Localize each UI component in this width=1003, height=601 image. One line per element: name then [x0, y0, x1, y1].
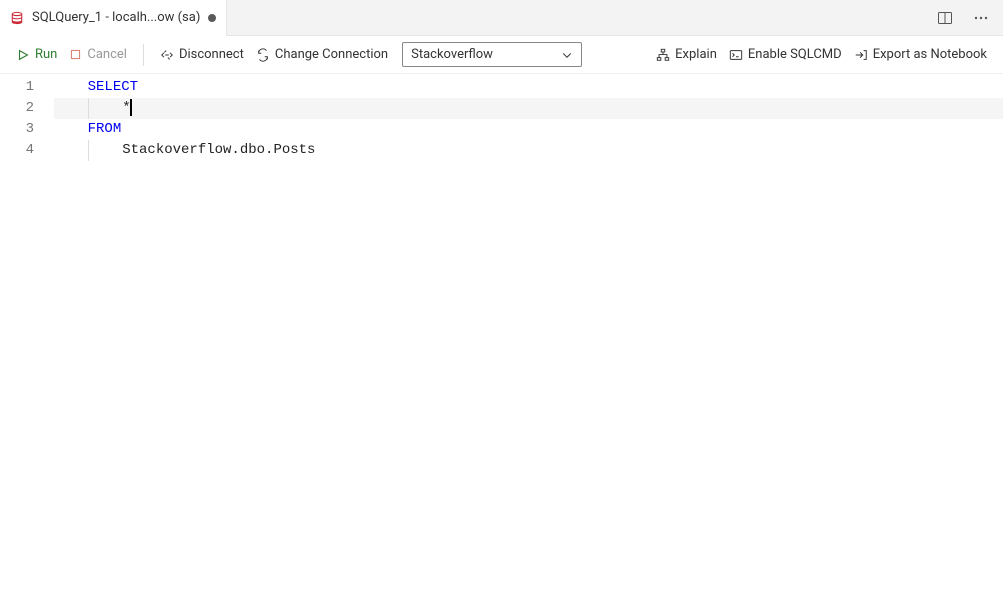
export-notebook-label: Export as Notebook: [873, 47, 987, 62]
enable-sqlcmd-label: Enable SQLCMD: [748, 47, 842, 62]
disconnect-label: Disconnect: [179, 47, 244, 62]
explain-label: Explain: [675, 47, 717, 62]
split-editor-button[interactable]: [933, 6, 957, 30]
code-line[interactable]: SELECT: [54, 77, 1003, 98]
editor-tab[interactable]: SQLQuery_1 - localh...ow (sa): [0, 0, 227, 36]
code-line[interactable]: *: [54, 98, 1003, 119]
line-number: 4: [0, 140, 34, 161]
export-icon: [854, 48, 868, 62]
database-dropdown[interactable]: Stackoverflow: [402, 42, 582, 67]
stop-icon: [69, 48, 82, 61]
code-line[interactable]: Stackoverflow.dbo.Posts: [54, 140, 1003, 161]
line-number: 3: [0, 119, 34, 140]
change-connection-icon: [256, 48, 270, 62]
line-gutter: 1234: [0, 74, 54, 601]
tab-bar: SQLQuery_1 - localh...ow (sa): [0, 0, 1003, 36]
explain-button[interactable]: Explain: [654, 45, 719, 64]
line-number: 2: [0, 98, 34, 119]
play-icon: [16, 48, 30, 62]
explain-icon: [656, 48, 670, 62]
text-cursor: [130, 99, 132, 116]
tab-title: SQLQuery_1 - localh...ow (sa): [32, 10, 200, 25]
code-area[interactable]: SELECT * FROM Stackoverflow.dbo.Posts: [54, 74, 1003, 601]
change-connection-button[interactable]: Change Connection: [254, 45, 390, 64]
run-button[interactable]: Run: [14, 45, 59, 64]
cancel-label: Cancel: [87, 47, 127, 62]
run-label: Run: [35, 47, 57, 62]
chevron-down-icon: [561, 49, 573, 61]
more-actions-button[interactable]: [969, 6, 993, 30]
tab-dirty-indicator: [208, 14, 216, 22]
cancel-button[interactable]: Cancel: [67, 45, 129, 64]
disconnect-button[interactable]: Disconnect: [158, 45, 246, 64]
export-notebook-button[interactable]: Export as Notebook: [852, 45, 989, 64]
disconnect-icon: [160, 48, 174, 62]
database-icon: [10, 11, 24, 25]
line-number: 1: [0, 77, 34, 98]
sqlcmd-icon: [729, 48, 743, 62]
code-line[interactable]: FROM: [54, 119, 1003, 140]
code-editor[interactable]: 1234 SELECT * FROM Stackoverflow.dbo.Pos…: [0, 74, 1003, 601]
toolbar-divider: [143, 44, 144, 66]
change-connection-label: Change Connection: [275, 47, 388, 62]
query-toolbar: Run Cancel Disconnect Change Connection …: [0, 36, 1003, 74]
database-dropdown-value: Stackoverflow: [411, 47, 561, 62]
enable-sqlcmd-button[interactable]: Enable SQLCMD: [727, 45, 844, 64]
